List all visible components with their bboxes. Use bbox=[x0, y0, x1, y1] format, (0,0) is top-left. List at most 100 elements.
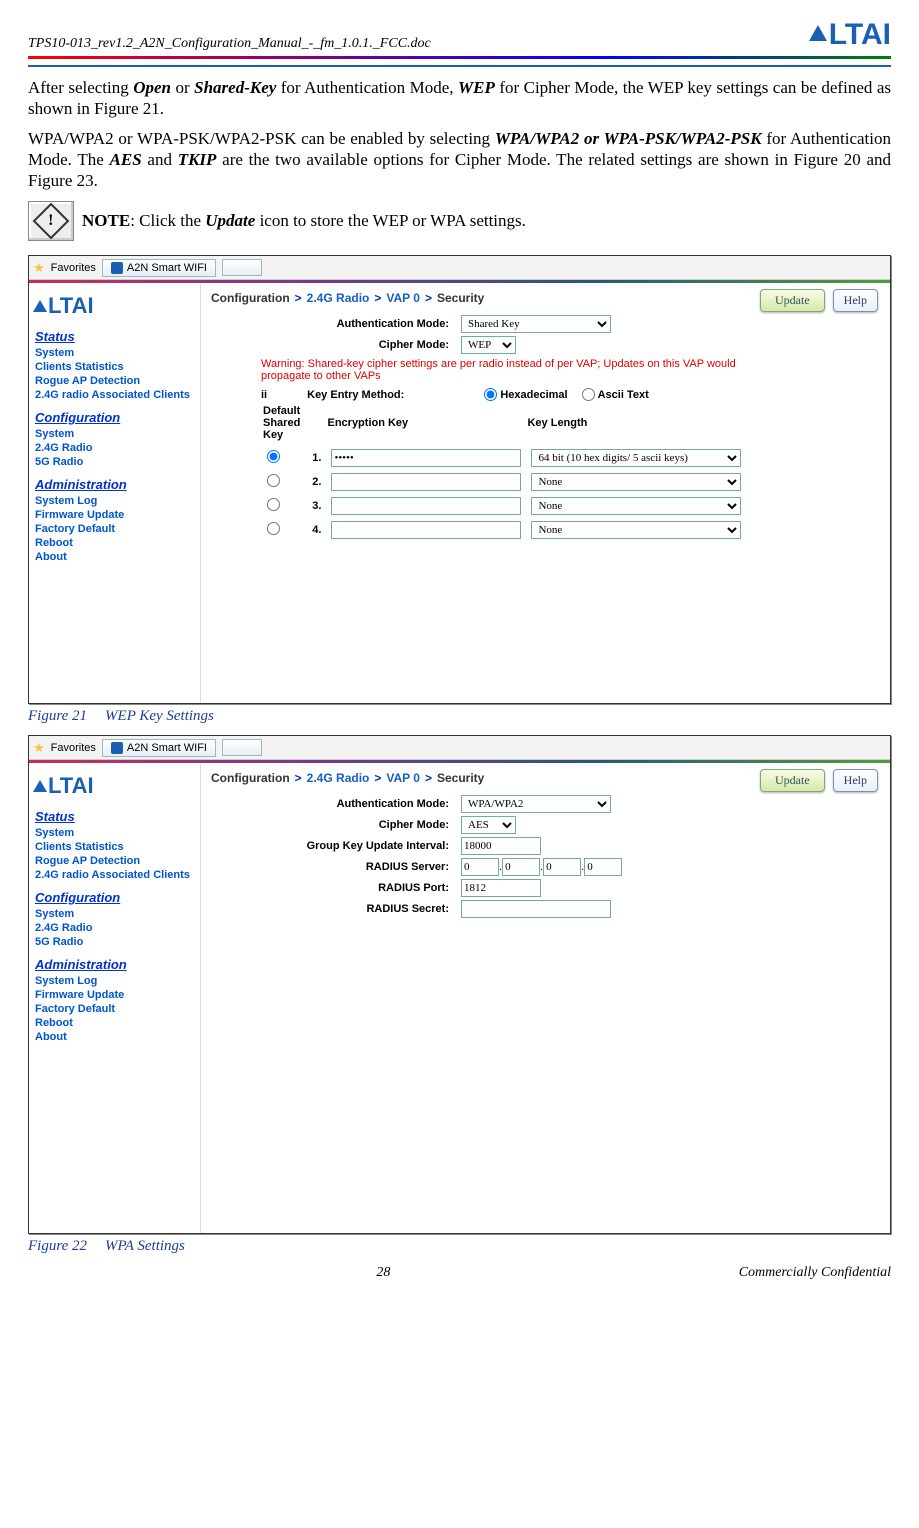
key1-radio[interactable] bbox=[267, 450, 280, 463]
tab-icon bbox=[111, 742, 123, 754]
para-1: After selecting Open or Shared-Key for A… bbox=[28, 77, 891, 120]
key-row-3: 3. None bbox=[263, 495, 745, 517]
cipher-mode-label: Cipher Mode: bbox=[211, 819, 461, 831]
warning-text: Warning: Shared-key cipher settings are … bbox=[261, 358, 781, 382]
favorites-label: Favorites bbox=[51, 262, 96, 274]
sidebar-item-about[interactable]: About bbox=[29, 1030, 200, 1044]
sidebar-item-fw[interactable]: Firmware Update bbox=[29, 508, 200, 522]
note-text: NOTE: Click the Update icon to store the… bbox=[82, 211, 526, 231]
update-button[interactable]: Update bbox=[760, 769, 825, 792]
col-enckey: Encryption Key bbox=[327, 403, 525, 445]
figure-21-caption: Figure 21WEP Key Settings bbox=[28, 708, 891, 725]
key1-len-select[interactable]: 64 bit (10 hex digits/ 5 ascii keys) bbox=[531, 449, 741, 467]
sidebar-item-clients[interactable]: Clients Statistics bbox=[29, 360, 200, 374]
favorites-label: Favorites bbox=[51, 742, 96, 754]
sidebar-item-syslog[interactable]: System Log bbox=[29, 494, 200, 508]
para-2: WPA/WPA2 or WPA-PSK/WPA2-PSK can be enab… bbox=[28, 128, 891, 192]
sidebar-item-factory[interactable]: Factory Default bbox=[29, 1002, 200, 1016]
auth-mode-select[interactable]: Shared Key bbox=[461, 315, 611, 333]
ascii-radio[interactable]: Ascii Text bbox=[582, 388, 649, 401]
radius-port-input[interactable] bbox=[461, 879, 541, 897]
auth-mode-label: Authentication Mode: bbox=[211, 798, 461, 810]
new-tab-button[interactable] bbox=[222, 259, 262, 276]
sidebar-item-syslog[interactable]: System Log bbox=[29, 974, 200, 988]
key3-radio[interactable] bbox=[267, 498, 280, 511]
col-defaultkey: DefaultSharedKey bbox=[263, 403, 306, 445]
cipher-mode-select[interactable]: AES bbox=[461, 816, 516, 834]
update-button[interactable]: Update bbox=[760, 289, 825, 312]
sidebar-item-about[interactable]: About bbox=[29, 550, 200, 564]
key4-len-select[interactable]: None bbox=[531, 521, 741, 539]
auth-mode-label: Authentication Mode: bbox=[211, 318, 461, 330]
figure-22-caption: Figure 22WPA Settings bbox=[28, 1238, 891, 1255]
sidebar-logo: LTAI bbox=[29, 287, 200, 321]
radius-ip-3[interactable] bbox=[543, 858, 581, 876]
sidebar-item-clients[interactable]: Clients Statistics bbox=[29, 840, 200, 854]
help-button[interactable]: Help bbox=[833, 769, 878, 792]
sidebar-item-5g[interactable]: 5G Radio bbox=[29, 935, 200, 949]
cipher-mode-label: Cipher Mode: bbox=[211, 339, 461, 351]
sidebar-item-24g[interactable]: 2.4G Radio bbox=[29, 921, 200, 935]
key-row-2: 2. None bbox=[263, 471, 745, 493]
radius-ip-4[interactable] bbox=[584, 858, 622, 876]
key3-len-select[interactable]: None bbox=[531, 497, 741, 515]
col-keylen: Key Length bbox=[527, 403, 745, 445]
rainbow-rule bbox=[28, 56, 891, 59]
sidebar-item-fw[interactable]: Firmware Update bbox=[29, 988, 200, 1002]
auth-mode-select[interactable]: WPA/WPA2 bbox=[461, 795, 611, 813]
key4-input[interactable] bbox=[331, 521, 521, 539]
sidebar-status-head: Status bbox=[29, 801, 200, 826]
sidebar-item-system2[interactable]: System bbox=[29, 907, 200, 921]
figure-21-screenshot: ★ Favorites A2N Smart WIFI LTAI Status S… bbox=[28, 255, 891, 704]
sidebar-item-factory[interactable]: Factory Default bbox=[29, 522, 200, 536]
browser-tab[interactable]: A2N Smart WIFI bbox=[102, 739, 216, 757]
radius-server-label: RADIUS Server: bbox=[211, 861, 461, 873]
sidebar-status-head: Status bbox=[29, 321, 200, 346]
altai-logo: LTAI bbox=[809, 18, 891, 52]
sidebar-item-24g[interactable]: 2.4G Radio bbox=[29, 441, 200, 455]
key2-radio[interactable] bbox=[267, 474, 280, 487]
doc-filename: TPS10-013_rev1.2_A2N_Configuration_Manua… bbox=[28, 36, 431, 52]
key-entry-label: Key Entry Method: bbox=[307, 389, 404, 401]
sidebar-item-rogue[interactable]: Rogue AP Detection bbox=[29, 854, 200, 868]
sidebar-item-assoc[interactable]: 2.4G radio Associated Clients bbox=[29, 868, 200, 882]
radius-secret-input[interactable] bbox=[461, 900, 611, 918]
radius-ip-1[interactable] bbox=[461, 858, 499, 876]
confidential-label: Commercially Confidential bbox=[739, 1265, 891, 1281]
sidebar-logo: LTAI bbox=[29, 767, 200, 801]
page-number: 28 bbox=[376, 1265, 390, 1281]
sidebar-config-head: Configuration bbox=[29, 882, 200, 907]
blue-rule bbox=[28, 65, 891, 67]
tab-icon bbox=[111, 262, 123, 274]
key2-input[interactable] bbox=[331, 473, 521, 491]
help-button[interactable]: Help bbox=[833, 289, 878, 312]
sidebar-admin-head: Administration bbox=[29, 469, 200, 494]
new-tab-button[interactable] bbox=[222, 739, 262, 756]
gkui-label: Group Key Update Interval: bbox=[211, 840, 461, 852]
note-icon: ! bbox=[28, 201, 74, 241]
sidebar-item-assoc[interactable]: 2.4G radio Associated Clients bbox=[29, 388, 200, 402]
key-row-1: 1. 64 bit (10 hex digits/ 5 ascii keys) bbox=[263, 447, 745, 469]
key4-radio[interactable] bbox=[267, 522, 280, 535]
figure-22-screenshot: ★ Favorites A2N Smart WIFI LTAI Status S… bbox=[28, 735, 891, 1234]
sidebar-item-rogue[interactable]: Rogue AP Detection bbox=[29, 374, 200, 388]
radius-ip-2[interactable] bbox=[502, 858, 540, 876]
browser-tab[interactable]: A2N Smart WIFI bbox=[102, 259, 216, 277]
sidebar-item-reboot[interactable]: Reboot bbox=[29, 1016, 200, 1030]
radius-port-label: RADIUS Port: bbox=[211, 882, 461, 894]
sidebar-item-5g[interactable]: 5G Radio bbox=[29, 455, 200, 469]
sidebar-item-system[interactable]: System bbox=[29, 346, 200, 360]
radius-secret-label: RADIUS Secret: bbox=[211, 903, 461, 915]
key2-len-select[interactable]: None bbox=[531, 473, 741, 491]
key1-input[interactable] bbox=[331, 449, 521, 467]
sidebar-item-system[interactable]: System bbox=[29, 826, 200, 840]
sidebar-admin-head: Administration bbox=[29, 949, 200, 974]
star-icon: ★ bbox=[33, 260, 45, 276]
gkui-input[interactable] bbox=[461, 837, 541, 855]
sidebar-item-reboot[interactable]: Reboot bbox=[29, 536, 200, 550]
hex-radio[interactable]: Hexadecimal bbox=[484, 388, 567, 401]
key-row-4: 4. None bbox=[263, 519, 745, 541]
sidebar-item-system2[interactable]: System bbox=[29, 427, 200, 441]
key3-input[interactable] bbox=[331, 497, 521, 515]
cipher-mode-select[interactable]: WEP bbox=[461, 336, 516, 354]
